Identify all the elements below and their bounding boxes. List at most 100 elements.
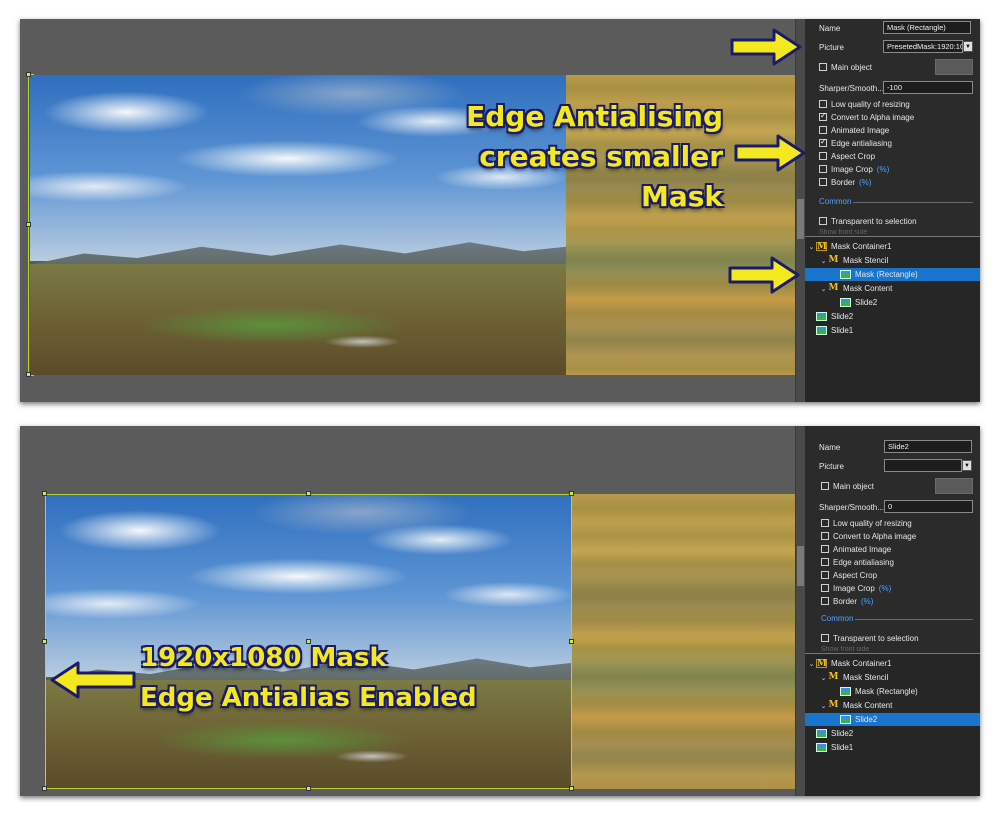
sharper-field[interactable]: -100 <box>883 81 973 94</box>
checkbox-row[interactable]: Border (%) <box>819 176 871 188</box>
slide-canvas[interactable]: Edge Antialising creates smaller Mask <box>20 19 795 402</box>
blurred-background <box>572 494 795 789</box>
mask-content-icon: M <box>828 700 839 710</box>
tree-item-label: Mask Content <box>843 284 893 293</box>
chevron-down-icon[interactable]: ⌄ <box>819 257 828 265</box>
tree-item[interactable]: Slide2 <box>805 713 980 726</box>
percent-suffix: (%) <box>861 596 874 606</box>
checkbox-label: Convert to Alpha image <box>831 112 915 122</box>
resize-handle[interactable] <box>26 222 31 227</box>
sharper-field[interactable]: 0 <box>884 500 973 513</box>
vertical-scrollbar[interactable] <box>795 426 805 796</box>
callout-text: Edge Antialising creates smaller Mask <box>466 97 723 217</box>
properties-panel: Name Slide2 Picture ▼ Main object Sharpe… <box>805 426 980 796</box>
resize-handle[interactable] <box>26 372 31 377</box>
chevron-down-icon[interactable]: ▼ <box>962 460 972 471</box>
checkbox-icon[interactable] <box>821 597 829 605</box>
main-object-checkbox[interactable]: Main object <box>821 480 874 492</box>
checkbox-row[interactable]: Border (%) <box>821 595 873 607</box>
main-object-checkbox[interactable]: Main object <box>819 61 872 73</box>
checkbox-row[interactable]: Animated Image <box>819 124 889 136</box>
checkbox-row[interactable]: Edge antialiasing <box>821 556 894 568</box>
checkbox-row[interactable]: Convert to Alpha image <box>819 111 914 123</box>
percent-suffix: (%) <box>859 177 872 187</box>
checkbox-icon[interactable] <box>819 178 827 186</box>
checkbox-icon[interactable] <box>821 558 829 566</box>
checkbox-icon[interactable] <box>819 217 827 225</box>
checkbox-icon[interactable] <box>821 545 829 553</box>
checkbox-icon[interactable] <box>819 152 827 160</box>
checkbox-row[interactable]: Convert to Alpha image <box>821 530 916 542</box>
resize-handle[interactable] <box>306 786 311 791</box>
checkbox-icon[interactable] <box>819 111 827 121</box>
checkbox-row[interactable]: Low quality of resizing <box>819 98 910 110</box>
tree-item[interactable]: Slide1 <box>805 741 980 754</box>
tree-item[interactable]: ⌄ M Mask Container1 <box>805 657 980 670</box>
checkbox-icon[interactable] <box>821 634 829 642</box>
checkbox-row[interactable]: Image Crop (%) <box>821 582 891 594</box>
tree-item[interactable]: Slide2 <box>805 727 980 740</box>
chevron-down-icon[interactable]: ⌄ <box>807 243 816 251</box>
tree-item-label: Slide1 <box>831 326 854 335</box>
checkbox-icon[interactable] <box>819 63 827 71</box>
transparent-checkbox[interactable]: Transparent to selection <box>819 215 917 227</box>
slide-canvas[interactable]: 1920x1080 Mask Edge Antialias Enabled <box>20 426 795 796</box>
resize-handle[interactable] <box>26 72 31 77</box>
transparent-label: Transparent to selection <box>833 633 919 643</box>
resize-handle[interactable] <box>42 639 47 644</box>
tree-item[interactable]: ⌄ M Mask Container1 <box>805 240 980 253</box>
object-tree: ⌄ M Mask Container1 ⌄ M Mask Stencil Mask (Rec… <box>805 236 980 402</box>
resize-handle[interactable] <box>42 491 47 496</box>
checkbox-icon[interactable] <box>819 100 827 108</box>
checkbox-row[interactable]: Animated Image <box>821 543 891 555</box>
checkbox-icon[interactable] <box>819 165 827 173</box>
tree-item[interactable]: ⌄ M Mask Content <box>805 282 980 295</box>
checkbox-row[interactable]: Image Crop (%) <box>819 163 889 175</box>
checkbox-icon[interactable] <box>819 126 827 134</box>
tree-item[interactable]: Slide1 <box>805 324 980 337</box>
checkbox-icon[interactable] <box>821 482 829 490</box>
image-icon <box>816 729 827 738</box>
checkbox-icon[interactable] <box>821 584 829 592</box>
resize-handle[interactable] <box>306 491 311 496</box>
vertical-scrollbar[interactable] <box>795 19 805 402</box>
checkbox-label: Image Crop <box>833 583 875 593</box>
tree-item[interactable]: Slide2 <box>805 296 980 309</box>
tree-item-label: Slide2 <box>855 298 878 307</box>
checkbox-row[interactable]: Aspect Crop <box>819 150 875 162</box>
resize-handle[interactable] <box>42 786 47 791</box>
chevron-down-icon[interactable]: ▼ <box>963 41 973 52</box>
checkbox-icon[interactable] <box>821 571 829 579</box>
chevron-down-icon[interactable]: ⌄ <box>819 285 828 293</box>
color-swatch[interactable] <box>935 478 973 494</box>
chevron-down-icon[interactable]: ⌄ <box>807 660 816 668</box>
transparent-checkbox[interactable]: Transparent to selection <box>821 632 919 644</box>
checkbox-icon[interactable] <box>821 532 829 540</box>
image-icon <box>840 715 851 724</box>
tree-item[interactable]: Mask (Rectangle) <box>805 268 980 281</box>
tree-item[interactable]: Slide2 <box>805 310 980 323</box>
checkbox-icon[interactable] <box>821 519 829 527</box>
color-swatch[interactable] <box>935 59 973 75</box>
tree-item[interactable]: ⌄ M Mask Content <box>805 699 980 712</box>
name-label: Name <box>819 442 841 452</box>
tree-item[interactable]: ⌄ M Mask Stencil <box>805 254 980 267</box>
picture-field[interactable]: PresetedMask:1920:108 <box>883 40 963 53</box>
tree-item-label: Slide2 <box>831 312 854 321</box>
chevron-down-icon[interactable]: ⌄ <box>819 674 828 682</box>
checkbox-label: Convert to Alpha image <box>833 531 917 541</box>
tree-item[interactable]: ⌄ M Mask Stencil <box>805 671 980 684</box>
name-field[interactable]: Mask (Rectangle) <box>883 21 971 34</box>
chevron-down-icon[interactable]: ⌄ <box>819 702 828 710</box>
resize-handle[interactable] <box>569 786 574 791</box>
tree-item[interactable]: Mask (Rectangle) <box>805 685 980 698</box>
checkbox-row[interactable]: Aspect Crop <box>821 569 877 581</box>
name-field[interactable]: Slide2 <box>884 440 972 453</box>
resize-handle[interactable] <box>569 639 574 644</box>
sharper-label: Sharper/Smooth... <box>819 502 884 512</box>
picture-field[interactable] <box>884 459 962 472</box>
checkbox-row[interactable]: Low quality of resizing <box>821 517 912 529</box>
checkbox-row[interactable]: Edge antialiasing <box>819 137 892 149</box>
checkbox-icon[interactable] <box>819 137 827 147</box>
resize-handle[interactable] <box>569 491 574 496</box>
